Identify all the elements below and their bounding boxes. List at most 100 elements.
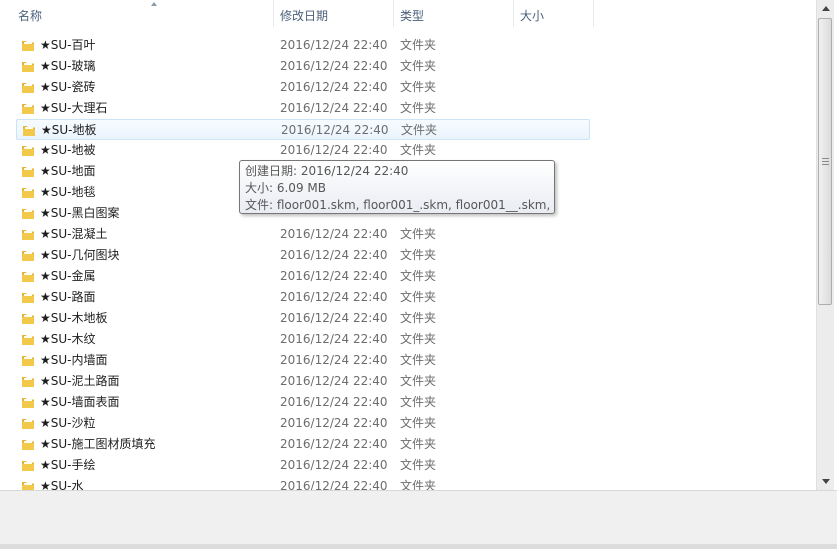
column-header-date[interactable]: 修改日期 — [274, 0, 394, 27]
tooltip-size: 大小: 6.09 MB — [245, 181, 326, 195]
folder-icon — [22, 461, 34, 471]
file-type: 文件夹 — [400, 143, 437, 157]
file-row[interactable]: ★SU-瓷砖 2016/12/24 22:40 文件夹 — [16, 77, 590, 98]
file-type: 文件夹 — [401, 123, 438, 137]
file-name: ★SU-几何图块 — [40, 248, 120, 262]
file-type: 文件夹 — [400, 395, 437, 409]
folder-icon — [22, 482, 34, 490]
file-modified-date: 2016/12/24 22:40 — [281, 123, 389, 137]
file-row[interactable]: ★SU-施工图材质填充 2016/12/24 22:40 文件夹 — [16, 434, 590, 455]
file-name: ★SU-地面 — [40, 164, 96, 178]
file-name: ★SU-金属 — [40, 269, 96, 283]
folder-icon — [22, 293, 34, 303]
column-header: 名称 修改日期 类型 大小 — [0, 0, 816, 27]
file-modified-date: 2016/12/24 22:40 — [280, 143, 388, 157]
file-row[interactable]: ★SU-木地板 2016/12/24 22:40 文件夹 — [16, 308, 590, 329]
tooltip-files: 文件: floor001.skm, floor001_.skm, floor00… — [245, 198, 549, 212]
file-name: ★SU-地被 — [40, 143, 96, 157]
file-modified-date: 2016/12/24 22:40 — [280, 416, 388, 430]
file-modified-date: 2016/12/24 22:40 — [280, 269, 388, 283]
file-type: 文件夹 — [400, 353, 437, 367]
folder-icon — [22, 272, 34, 282]
folder-icon — [22, 377, 34, 387]
scroll-down-button[interactable] — [817, 473, 834, 490]
file-type: 文件夹 — [400, 80, 437, 94]
file-row[interactable]: ★SU-大理石 2016/12/24 22:40 文件夹 — [16, 98, 590, 119]
file-row[interactable]: ★SU-地被 2016/12/24 22:40 文件夹 — [16, 140, 590, 161]
file-name: ★SU-木纹 — [40, 332, 96, 346]
file-type: 文件夹 — [400, 269, 437, 283]
folder-icon — [22, 167, 34, 177]
file-name: ★SU-玻璃 — [40, 59, 96, 73]
grip-icon — [822, 164, 829, 165]
scroll-up-button[interactable] — [817, 0, 834, 17]
file-row[interactable]: ★SU-内墙面 2016/12/24 22:40 文件夹 — [16, 350, 590, 371]
file-row[interactable]: ★SU-百叶 2016/12/24 22:40 文件夹 — [16, 35, 590, 56]
folder-icon — [22, 41, 34, 51]
file-modified-date: 2016/12/24 22:40 — [280, 374, 388, 388]
folder-icon — [22, 62, 34, 72]
file-row[interactable]: ★SU-墙面表面 2016/12/24 22:40 文件夹 — [16, 392, 590, 413]
file-row[interactable]: ★SU-泥土路面 2016/12/24 22:40 文件夹 — [16, 371, 590, 392]
folder-icon — [22, 335, 34, 345]
file-type: 文件夹 — [400, 38, 437, 52]
column-header-name[interactable]: 名称 — [12, 0, 274, 27]
folder-icon — [22, 251, 34, 261]
grip-icon — [822, 158, 829, 159]
folder-icon — [22, 356, 34, 366]
scrollbar-thumb[interactable] — [818, 18, 832, 305]
file-list: ★SU-百叶 2016/12/24 22:40 文件夹 ★SU-玻璃 2016/12/2… — [0, 35, 816, 490]
file-modified-date: 2016/12/24 22:40 — [280, 311, 388, 325]
file-modified-date: 2016/12/24 22:40 — [280, 479, 388, 490]
file-row[interactable]: ★SU-金属 2016/12/24 22:40 文件夹 — [16, 266, 590, 287]
file-type: 文件夹 — [400, 290, 437, 304]
file-row[interactable]: ★SU-地板 2016/12/24 22:40 文件夹 — [16, 119, 590, 140]
file-modified-date: 2016/12/24 22:40 — [280, 101, 388, 115]
column-header-size-label: 大小 — [520, 9, 545, 23]
file-row[interactable]: ★SU-混凝土 2016/12/24 22:40 文件夹 — [16, 224, 590, 245]
file-name: ★SU-地毯 — [40, 185, 96, 199]
file-type: 文件夹 — [400, 374, 437, 388]
file-name: ★SU-沙粒 — [40, 416, 96, 430]
column-header-type-label: 类型 — [400, 9, 425, 23]
folder-icon — [22, 440, 34, 450]
file-name: ★SU-瓷砖 — [40, 80, 96, 94]
file-name: ★SU-施工图材质填充 — [40, 437, 156, 451]
file-modified-date: 2016/12/24 22:40 — [280, 38, 388, 52]
file-row[interactable]: ★SU-水 2016/12/24 22:40 文件夹 — [16, 476, 590, 490]
folder-icon — [22, 419, 34, 429]
file-modified-date: 2016/12/24 22:40 — [280, 59, 388, 73]
file-row[interactable]: ★SU-木纹 2016/12/24 22:40 文件夹 — [16, 329, 590, 350]
folder-icon — [22, 188, 34, 198]
file-modified-date: 2016/12/24 22:40 — [280, 80, 388, 94]
file-type: 文件夹 — [400, 101, 437, 115]
file-modified-date: 2016/12/24 22:40 — [280, 332, 388, 346]
file-row[interactable]: ★SU-几何图块 2016/12/24 22:40 文件夹 — [16, 245, 590, 266]
file-type: 文件夹 — [400, 437, 437, 451]
vertical-scrollbar[interactable] — [816, 0, 834, 490]
file-type: 文件夹 — [400, 227, 437, 241]
file-row[interactable]: ★SU-路面 2016/12/24 22:40 文件夹 — [16, 287, 590, 308]
folder-icon — [22, 104, 34, 114]
file-name: ★SU-路面 — [40, 290, 96, 304]
file-name: ★SU-黑白图案 — [40, 206, 120, 220]
file-modified-date: 2016/12/24 22:40 — [280, 248, 388, 262]
file-row[interactable]: ★SU-沙粒 2016/12/24 22:40 文件夹 — [16, 413, 590, 434]
file-name: ★SU-手绘 — [40, 458, 96, 472]
file-name: ★SU-地板 — [41, 123, 97, 137]
file-row[interactable]: ★SU-玻璃 2016/12/24 22:40 文件夹 — [16, 56, 590, 77]
window-bottom-edge — [0, 544, 837, 549]
column-header-type[interactable]: 类型 — [394, 0, 514, 27]
folder-icon — [22, 230, 34, 240]
file-type: 文件夹 — [400, 416, 437, 430]
file-type: 文件夹 — [400, 248, 437, 262]
tooltip-created-date: 创建日期: 2016/12/24 22:40 — [245, 164, 409, 178]
file-modified-date: 2016/12/24 22:40 — [280, 437, 388, 451]
file-row[interactable]: ★SU-手绘 2016/12/24 22:40 文件夹 — [16, 455, 590, 476]
column-header-size[interactable]: 大小 — [514, 0, 594, 27]
folder-icon — [22, 209, 34, 219]
file-name: ★SU-混凝土 — [40, 227, 108, 241]
info-tooltip: 创建日期: 2016/12/24 22:40 大小: 6.09 MB 文件: f… — [239, 160, 555, 214]
arrow-up-icon — [822, 6, 830, 11]
file-name: ★SU-大理石 — [40, 101, 108, 115]
